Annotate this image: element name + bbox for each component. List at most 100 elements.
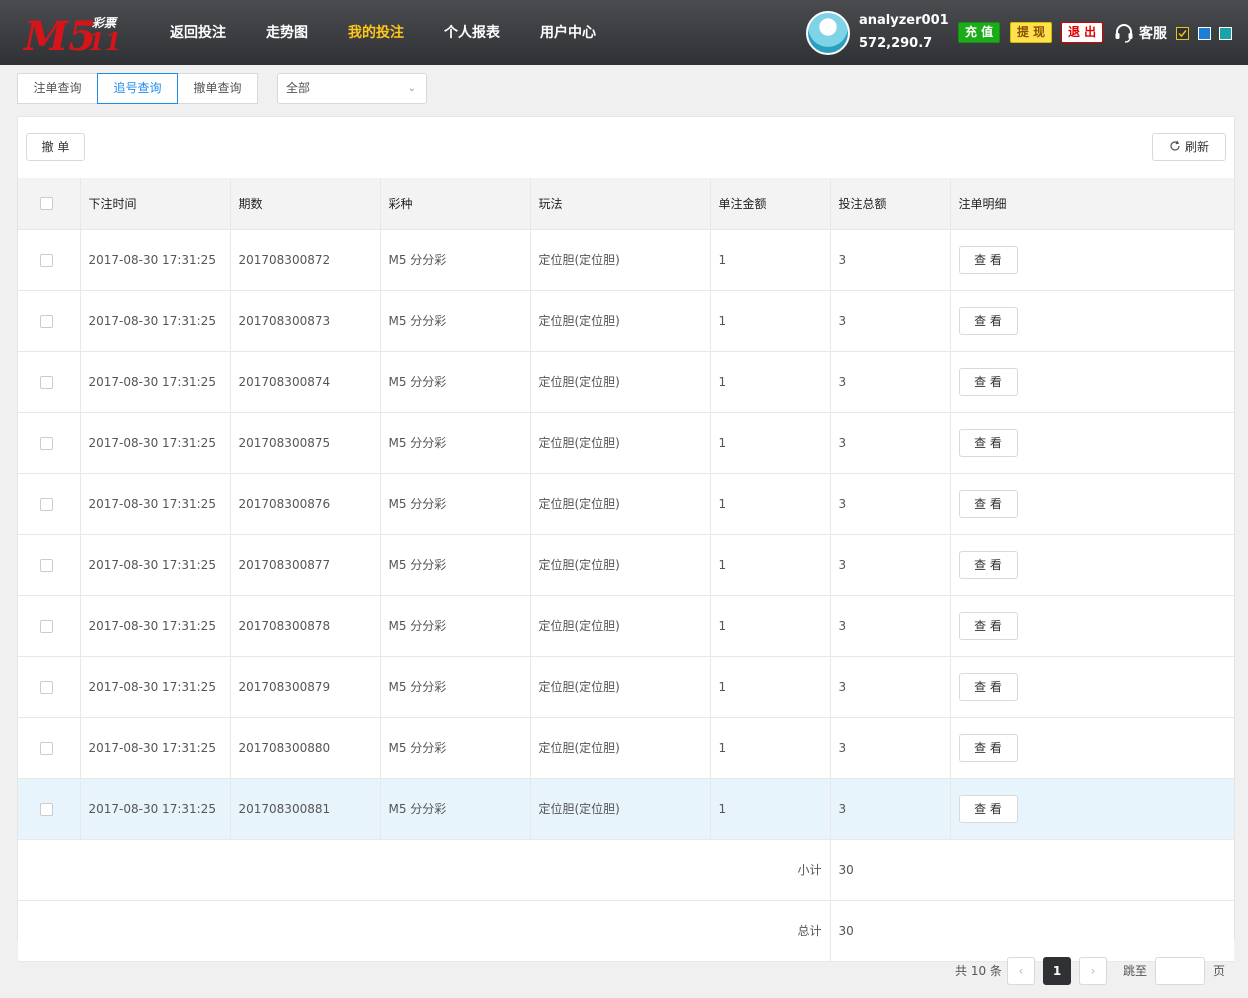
cell-time: 2017-08-30 17:31:25: [80, 229, 231, 291]
cell-detail: 查 看: [950, 656, 1234, 718]
query-tabs: 注单查询 追号查询 撤单查询: [17, 73, 258, 104]
header-select-all: [18, 178, 81, 230]
table-row[interactable]: 2017-08-30 17:31:25 201708300874 M5 分分彩 定位胆…: [18, 351, 1234, 413]
view-detail-button[interactable]: 查 看: [958, 672, 1018, 701]
table-row[interactable]: 2017-08-30 17:31:25 201708300872 M5 分分彩 定位胆…: [18, 229, 1234, 291]
cell-time: 2017-08-30 17:31:25: [80, 778, 231, 840]
table-row[interactable]: 2017-08-30 17:31:25 201708300879 M5 分分彩 定位胆…: [18, 656, 1234, 718]
logo-num: 11: [88, 27, 121, 56]
table-row[interactable]: 2017-08-30 17:31:25 201708300880 M5 分分彩 定位胆…: [18, 717, 1234, 779]
table-row[interactable]: 2017-08-30 17:31:25 201708300877 M5 分分彩 定位胆…: [18, 534, 1234, 596]
cancel-order-button[interactable]: 撤 单: [26, 133, 85, 161]
refresh-icon: [1170, 140, 1180, 151]
table-body: 2017-08-30 17:31:25 201708300872 M5 分分彩 定位胆…: [18, 229, 1234, 962]
theme-swatch-teal[interactable]: [1219, 27, 1232, 40]
page-1-button[interactable]: 1: [1043, 957, 1071, 985]
cell-period: 201708300874: [230, 351, 381, 413]
view-detail-button[interactable]: 查 看: [958, 428, 1018, 457]
cell-time: 2017-08-30 17:31:25: [80, 595, 231, 657]
row-checkbox[interactable]: [40, 558, 53, 572]
logout-button[interactable]: 退 出: [1061, 22, 1104, 43]
jump-page-input[interactable]: [1155, 957, 1205, 985]
nav-my-bets[interactable]: 我的投注: [328, 0, 424, 65]
table-row[interactable]: 2017-08-30 17:31:25 201708300881 M5 分分彩 定位胆…: [18, 778, 1234, 840]
select-all-checkbox[interactable]: [40, 197, 53, 211]
column-header: 玩法: [530, 178, 711, 230]
tab-cancel-query[interactable]: 撤单查询: [177, 73, 258, 104]
view-detail-button[interactable]: 查 看: [958, 611, 1018, 640]
column-header: 下注时间: [80, 178, 231, 230]
row-checkbox[interactable]: [40, 497, 53, 511]
row-checkbox[interactable]: [40, 802, 53, 816]
view-detail-button[interactable]: 查 看: [958, 306, 1018, 335]
nav-back-to-bet[interactable]: 返回投注: [150, 0, 246, 65]
nav-trend-chart[interactable]: 走势图: [246, 0, 328, 65]
cell-total: 3: [830, 412, 951, 474]
row-checkbox[interactable]: [40, 253, 53, 267]
nav-personal-report[interactable]: 个人报表: [424, 0, 520, 65]
status-filter-select[interactable]: 全部 ⌄: [277, 73, 427, 104]
cell-lottery: M5 分分彩: [380, 473, 531, 535]
theme-swatch-dark[interactable]: [1176, 27, 1189, 40]
row-select-cell: [18, 717, 81, 779]
tab-bet-query[interactable]: 注单查询: [17, 73, 98, 104]
view-detail-button[interactable]: 查 看: [958, 489, 1018, 518]
cell-time: 2017-08-30 17:31:25: [80, 290, 231, 352]
cell-detail: 查 看: [950, 534, 1234, 596]
row-select-cell: [18, 351, 81, 413]
jump-to-label: 跳至: [1123, 964, 1148, 978]
view-detail-button[interactable]: 查 看: [958, 367, 1018, 396]
customer-service-label: 客服: [1139, 26, 1167, 42]
row-checkbox[interactable]: [40, 619, 53, 633]
row-select-cell: [18, 778, 81, 840]
charge-button[interactable]: 充 值: [958, 22, 1001, 43]
total-value: 30: [830, 900, 1234, 962]
cell-time: 2017-08-30 17:31:25: [80, 473, 231, 535]
pagination-total: 共 10 条: [955, 964, 1002, 978]
cell-lottery: M5 分分彩: [380, 229, 531, 291]
row-checkbox[interactable]: [40, 436, 53, 450]
column-header: 期数: [230, 178, 381, 230]
tab-chase-query[interactable]: 追号查询: [97, 73, 178, 104]
page-suffix-label: 页: [1213, 964, 1226, 978]
prev-page-button[interactable]: ‹: [1007, 957, 1035, 985]
main-nav: 返回投注 走势图 我的投注 个人报表 用户中心: [150, 0, 616, 65]
row-checkbox[interactable]: [40, 314, 53, 328]
cell-lottery: M5 分分彩: [380, 595, 531, 657]
view-detail-button[interactable]: 查 看: [958, 245, 1018, 274]
table-row[interactable]: 2017-08-30 17:31:25 201708300876 M5 分分彩 定位胆…: [18, 473, 1234, 535]
customer-service-button[interactable]: 客服: [1113, 20, 1167, 46]
cell-play: 定位胆(定位胆): [530, 534, 711, 596]
cell-total: 3: [830, 351, 951, 413]
cell-period: 201708300881: [230, 778, 381, 840]
cell-play: 定位胆(定位胆): [530, 656, 711, 718]
cell-detail: 查 看: [950, 778, 1234, 840]
avatar[interactable]: [806, 11, 850, 55]
cell-unit: 1: [710, 351, 831, 413]
row-checkbox[interactable]: [40, 375, 53, 389]
cell-total: 3: [830, 290, 951, 352]
row-checkbox[interactable]: [40, 741, 53, 755]
cell-unit: 1: [710, 290, 831, 352]
table-row[interactable]: 2017-08-30 17:31:25 201708300875 M5 分分彩 定位胆…: [18, 412, 1234, 474]
table-row[interactable]: 2017-08-30 17:31:25 201708300873 M5 分分彩 定位胆…: [18, 290, 1234, 352]
view-detail-button[interactable]: 查 看: [958, 794, 1018, 823]
theme-swatch-blue[interactable]: [1198, 27, 1211, 40]
cell-detail: 查 看: [950, 229, 1234, 291]
column-header: 注单明细: [950, 178, 1234, 230]
table-row[interactable]: 2017-08-30 17:31:25 201708300878 M5 分分彩 定位胆…: [18, 595, 1234, 657]
nav-user-center[interactable]: 用户中心: [520, 0, 616, 65]
view-detail-button[interactable]: 查 看: [958, 550, 1018, 579]
view-detail-button[interactable]: 查 看: [958, 733, 1018, 762]
cell-total: 3: [830, 656, 951, 718]
cell-time: 2017-08-30 17:31:25: [80, 717, 231, 779]
refresh-button[interactable]: 刷新: [1152, 133, 1226, 161]
cell-detail: 查 看: [950, 351, 1234, 413]
cell-detail: 查 看: [950, 717, 1234, 779]
checkmark-icon: [1178, 30, 1187, 38]
next-page-button[interactable]: ›: [1079, 957, 1107, 985]
m511-logo[interactable]: M5 彩票 11: [22, 10, 132, 56]
chase-orders-table: 下注时间 期数 彩种 玩法 单注金额 投注总额 注单明细 2017-08-30 …: [18, 178, 1234, 962]
withdraw-button[interactable]: 提 现: [1010, 22, 1053, 43]
row-checkbox[interactable]: [40, 680, 53, 694]
